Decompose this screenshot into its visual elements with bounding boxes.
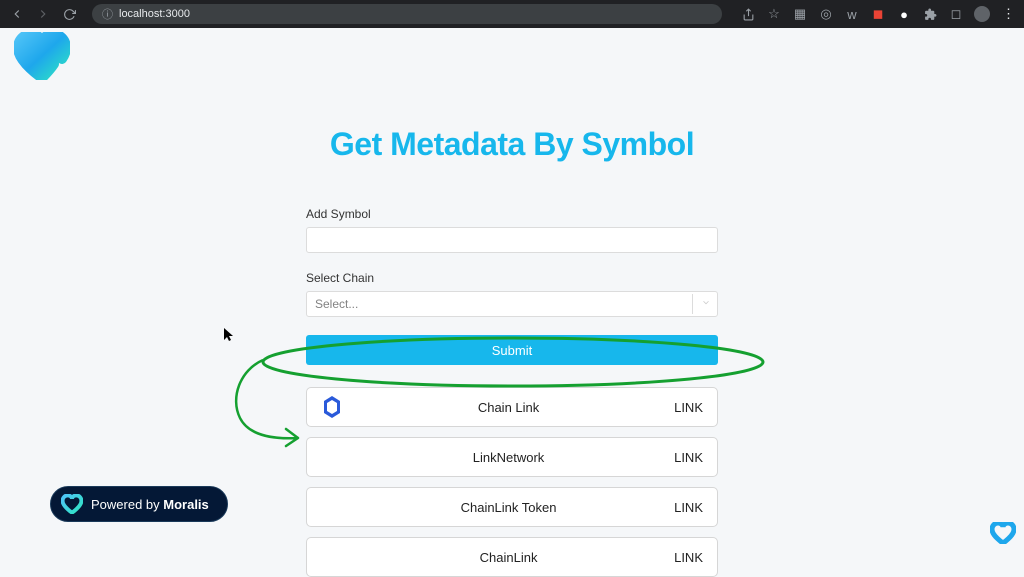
result-card[interactable]: LinkNetworkLINK [306,437,718,477]
moralis-mini-icon [990,522,1016,544]
submit-button[interactable]: Submit [306,335,718,365]
share-icon[interactable] [740,6,756,22]
result-card[interactable]: Chain LinkLINK [306,387,718,427]
token-icon [321,446,343,468]
powered-text: Powered by Moralis [91,497,209,512]
ext-icon-4[interactable]: ◼ [870,6,886,22]
logo-top [14,32,70,85]
token-name: Chain Link [343,400,674,415]
result-card[interactable]: ChainLink TokenLINK [306,487,718,527]
url-text: localhost:3000 [119,8,190,20]
menu-icon[interactable]: ⋮ [1000,6,1016,22]
ext-icon-1[interactable]: ▦ [792,6,808,22]
add-symbol-label: Add Symbol [306,207,718,221]
back-button[interactable] [8,5,26,23]
token-symbol: LINK [674,450,703,465]
address-bar[interactable]: ⓘ localhost:3000 [92,4,722,24]
moralis-logo-icon [14,32,70,80]
token-name: LinkNetwork [343,450,674,465]
token-icon [321,546,343,568]
chain-select[interactable]: Select... [306,291,718,317]
page-title: Get Metadata By Symbol [306,126,718,163]
symbol-input[interactable] [306,227,718,253]
powered-by-badge[interactable]: Powered by Moralis [50,486,228,522]
chevron-down-icon [701,298,711,311]
token-icon [321,396,343,418]
extensions-icon[interactable] [922,6,938,22]
token-name: ChainLink Token [343,500,674,515]
chain-select-placeholder: Select... [315,297,358,311]
select-divider [692,294,693,314]
toolbar-icons: ☆ ▦ ◎ w ◼ ● ◻ ⋮ [740,6,1016,22]
ext-icon-5[interactable]: ● [896,6,912,22]
token-symbol: LINK [674,550,703,565]
ext-icon-6[interactable]: ◻ [948,6,964,22]
bottom-right-logo [990,522,1016,549]
token-name: ChainLink [343,550,674,565]
select-chain-label: Select Chain [306,271,718,285]
moralis-badge-icon [61,494,83,514]
bookmark-icon[interactable]: ☆ [766,6,782,22]
token-symbol: LINK [674,500,703,515]
forward-button[interactable] [34,5,52,23]
site-info-icon: ⓘ [102,6,113,22]
page-content: Get Metadata By Symbol Add Symbol Select… [0,28,1024,554]
browser-top-bar: ⓘ localhost:3000 ☆ ▦ ◎ w ◼ ● ◻ ⋮ [0,0,1024,28]
profile-icon[interactable] [974,6,990,22]
cursor-icon [224,328,234,345]
ext-icon-3[interactable]: w [844,6,860,22]
result-card[interactable]: ChainLinkLINK [306,537,718,577]
ext-icon-2[interactable]: ◎ [818,6,834,22]
token-icon [321,496,343,518]
reload-button[interactable] [60,5,78,23]
token-symbol: LINK [674,400,703,415]
